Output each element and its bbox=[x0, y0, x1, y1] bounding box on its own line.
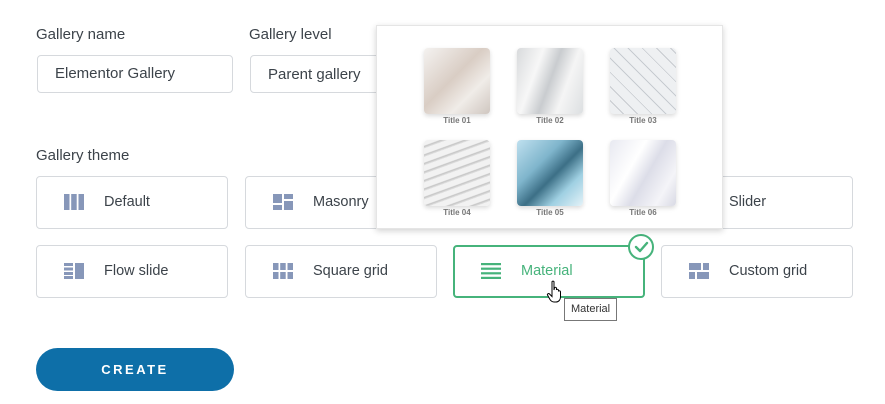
theme-square-grid-button[interactable]: Square grid bbox=[245, 245, 437, 298]
gallery-level-label: Gallery level bbox=[249, 26, 332, 43]
theme-label: Square grid bbox=[313, 263, 388, 279]
material-icon bbox=[481, 263, 501, 279]
preview-title: Title 04 bbox=[443, 208, 471, 217]
theme-label: Default bbox=[104, 194, 150, 210]
gallery-name-label: Gallery name bbox=[36, 26, 126, 43]
selected-check-icon bbox=[628, 234, 654, 260]
gallery-name-input[interactable] bbox=[37, 55, 233, 93]
custom-grid-icon bbox=[689, 263, 709, 279]
tooltip: Material bbox=[564, 298, 618, 321]
preview-title: Title 02 bbox=[536, 116, 564, 125]
flow-slide-icon bbox=[64, 263, 84, 279]
masonry-icon bbox=[273, 194, 293, 210]
preview-title: Title 06 bbox=[629, 208, 657, 217]
preview-title: Title 01 bbox=[443, 116, 471, 125]
columns-icon bbox=[64, 194, 84, 210]
hand-cursor-icon bbox=[546, 280, 561, 303]
create-button[interactable]: CREATE bbox=[36, 348, 234, 391]
theme-flow-slide-button[interactable]: Flow slide bbox=[36, 245, 228, 298]
preview-thumbnail bbox=[610, 48, 676, 114]
theme-label: Flow slide bbox=[104, 263, 169, 279]
preview-thumbnail bbox=[424, 140, 490, 206]
theme-default-button[interactable]: Default bbox=[36, 176, 228, 229]
preview-title: Title 05 bbox=[536, 208, 564, 217]
theme-custom-grid-button[interactable]: Custom grid bbox=[661, 245, 853, 298]
preview-thumbnail bbox=[517, 140, 583, 206]
preview-thumbnail bbox=[610, 140, 676, 206]
preview-title: Title 03 bbox=[629, 116, 657, 125]
preview-thumbnail bbox=[424, 48, 490, 114]
theme-label: Custom grid bbox=[729, 263, 808, 279]
square-grid-icon bbox=[273, 263, 293, 279]
preview-thumbnail bbox=[517, 48, 583, 114]
theme-label: Slider bbox=[729, 194, 767, 210]
theme-label: Masonry bbox=[313, 194, 369, 210]
gallery-theme-label: Gallery theme bbox=[36, 147, 130, 164]
theme-preview-popup: Title 01 Title 02 Title 03 Title 04 Titl… bbox=[376, 25, 723, 229]
